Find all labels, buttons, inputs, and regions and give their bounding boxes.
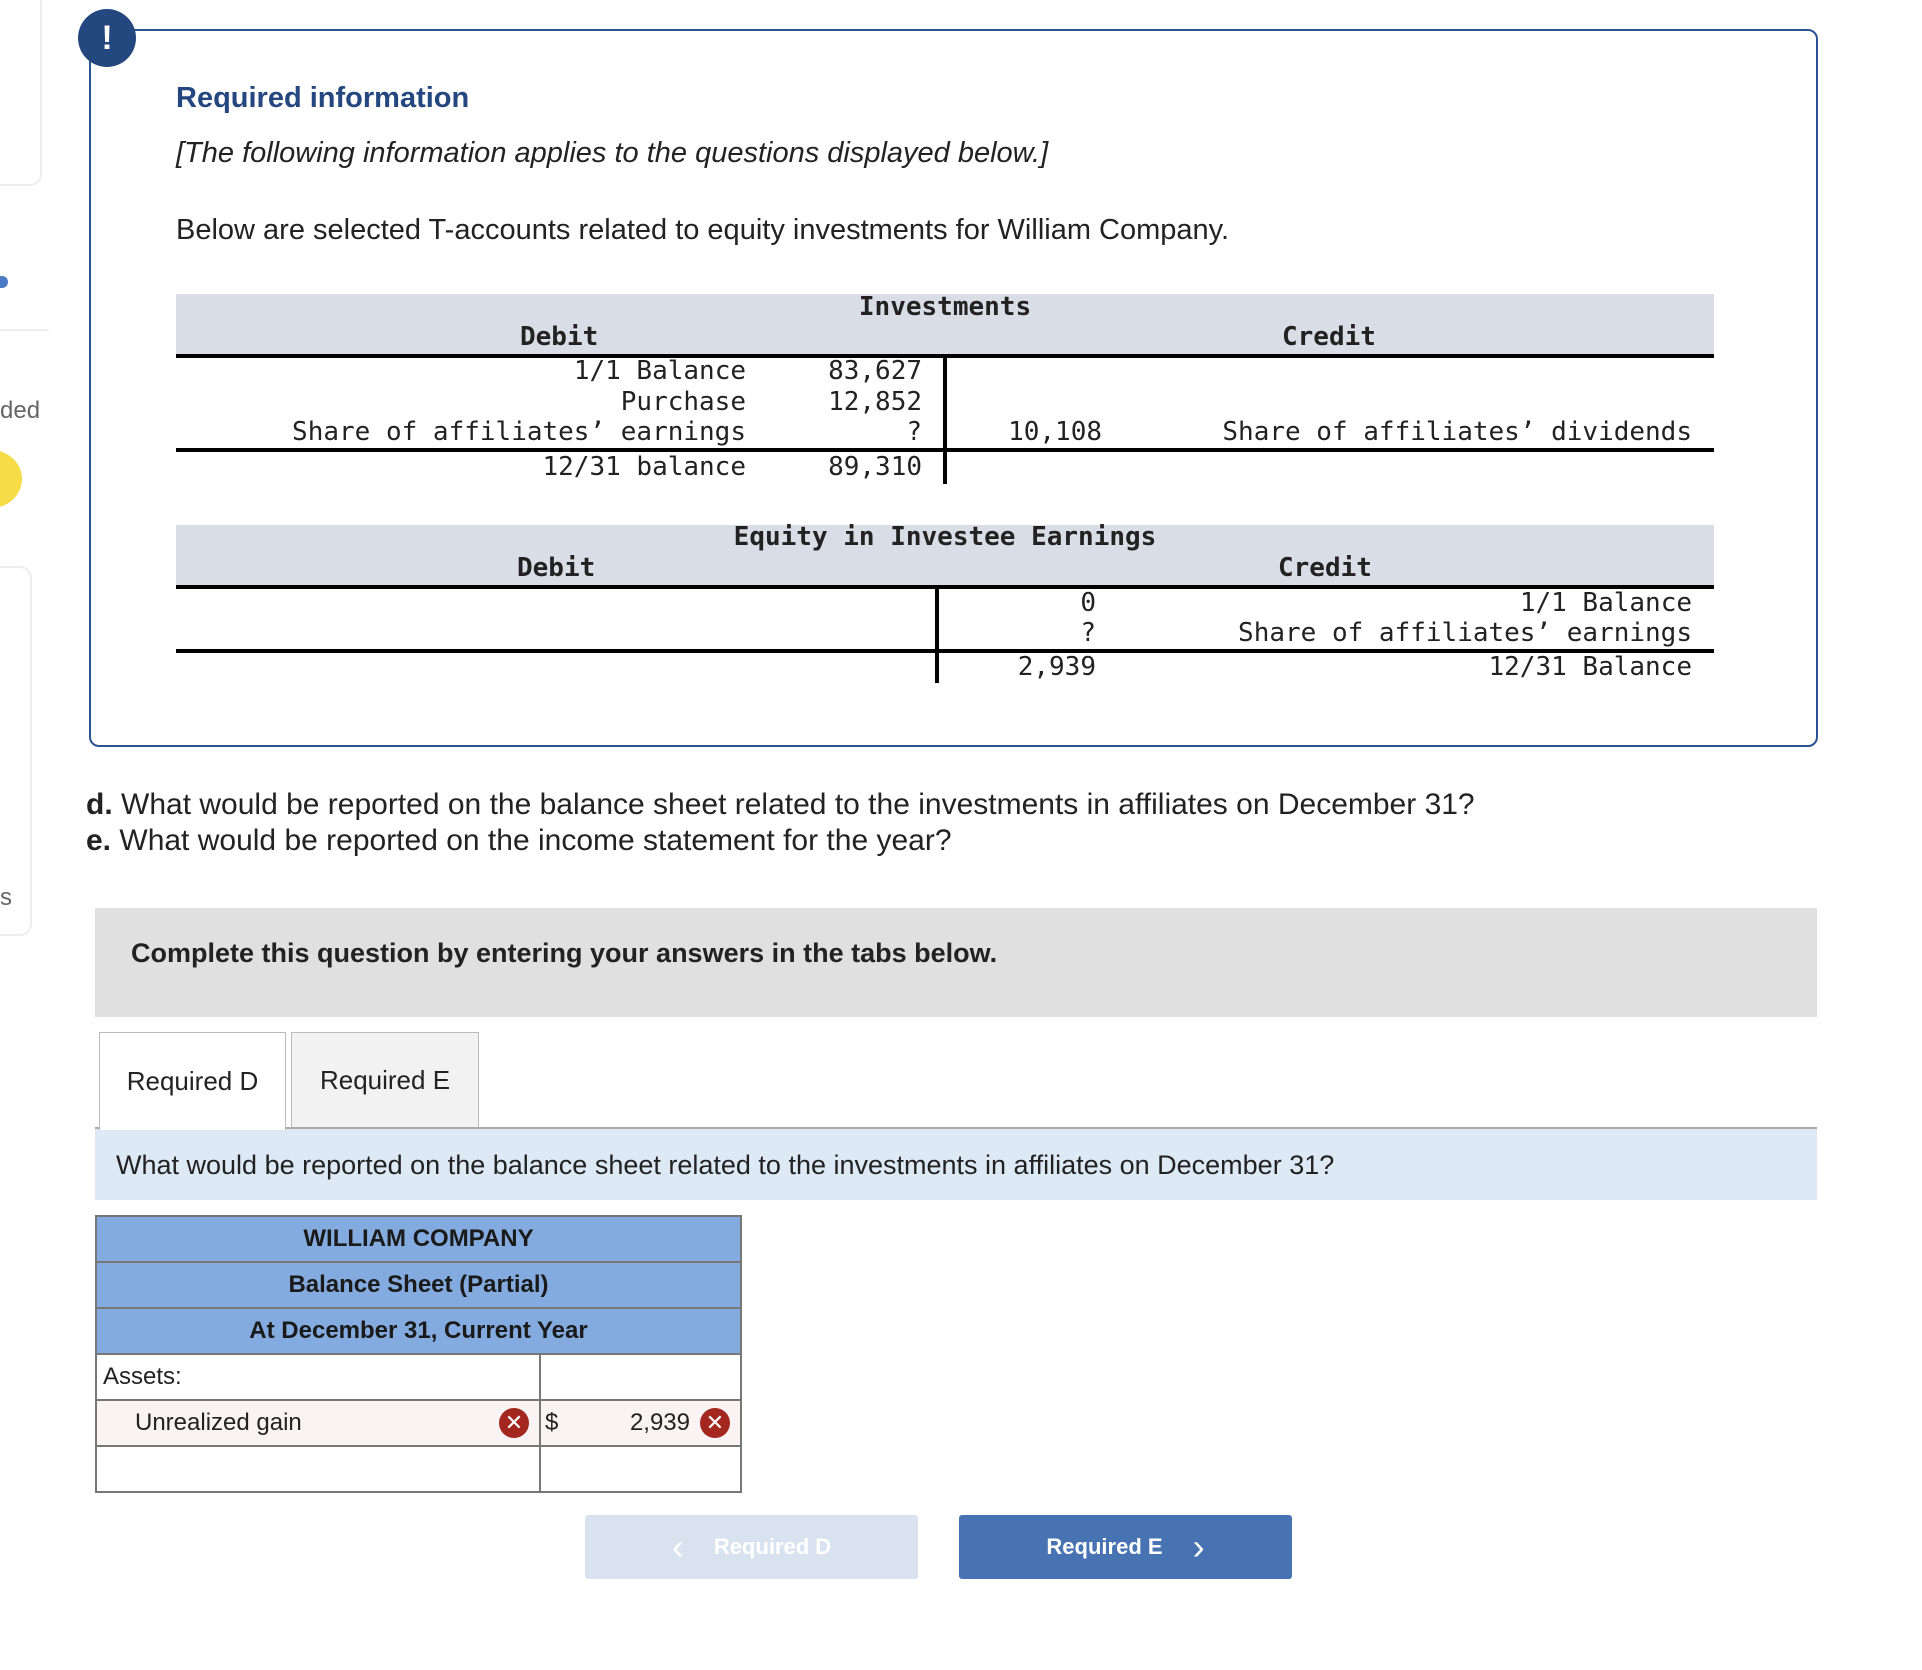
section-label: Assets: <box>95 1353 541 1401</box>
credit-row-value: 10,108 <box>1008 417 1102 447</box>
empty-cell[interactable] <box>95 1445 541 1493</box>
chevron-right-icon: › <box>1192 1526 1205 1567</box>
sidebar-progress-dot <box>0 276 8 288</box>
credit-row-label: 1/1 Balance <box>1519 588 1692 618</box>
investments-title: Investments <box>858 292 1032 322</box>
amount-value[interactable]: 2,939 <box>630 1409 690 1437</box>
exclamation-icon: ! <box>78 9 136 67</box>
t-account-vertical <box>943 356 947 484</box>
sidebar-yellow-indicator[interactable] <box>0 450 22 508</box>
panel-subtitle: [The following information applies to th… <box>176 137 1049 169</box>
equity-credit-label: Credit <box>1278 553 1372 583</box>
question-e: e. What would be reported on the income … <box>86 824 952 858</box>
question-letter: d. <box>86 788 113 821</box>
debit-row-value: ? <box>906 417 922 447</box>
credit-row-value: 0 <box>1080 588 1096 618</box>
sidebar-card <box>0 0 42 186</box>
statement-date: At December 31, Current Year <box>95 1307 742 1355</box>
balance-sheet-table: WILLIAM COMPANY Balance Sheet (Partial) … <box>95 1215 742 1493</box>
question-d: d. What would be reported on the balance… <box>86 788 1475 822</box>
next-label: Required E <box>1046 1534 1163 1559</box>
instruction-text: Complete this question by entering your … <box>131 938 998 968</box>
debit-row-label: Share of affiliates’ earnings <box>292 417 746 447</box>
tab-required-d[interactable]: Required D <box>99 1032 286 1130</box>
sidebar-text: s <box>0 884 12 911</box>
credit-row-value: ? <box>1080 618 1096 648</box>
ending-label: 12/31 Balance <box>1488 652 1693 682</box>
currency-symbol: $ <box>545 1409 559 1436</box>
investments-credit-label: Credit <box>1282 322 1376 352</box>
ending-value: 2,939 <box>1017 652 1096 682</box>
account-input[interactable]: Unrealized gain ✕ <box>95 1399 541 1447</box>
credit-row-label: Share of affiliates’ dividends <box>1222 417 1692 447</box>
x-circle-icon: ✕ <box>499 1408 529 1438</box>
sidebar-card <box>0 566 32 936</box>
account-name[interactable]: Unrealized gain <box>135 1409 302 1436</box>
sidebar-divider <box>0 329 49 331</box>
question-prompt: What would be reported on the balance sh… <box>116 1150 1335 1180</box>
chevron-left-icon: ‹ <box>671 1526 684 1567</box>
question-letter: e. <box>86 824 112 857</box>
prev-button: ‹ Required D <box>585 1515 918 1579</box>
ending-value: 89,310 <box>828 452 922 482</box>
panel-intro: Below are selected T-accounts related to… <box>176 214 1230 246</box>
amount-input[interactable]: $2,939 ✕ <box>539 1399 742 1447</box>
debit-row-value: 12,852 <box>828 387 922 417</box>
empty-cell[interactable] <box>539 1353 742 1401</box>
credit-row-label: Share of affiliates’ earnings <box>1238 618 1692 648</box>
t-account-vertical <box>935 587 939 683</box>
panel-title: Required information <box>176 82 470 114</box>
next-button[interactable]: Required E › <box>959 1515 1292 1579</box>
empty-cell[interactable] <box>539 1445 742 1493</box>
question-text: What would be reported on the balance sh… <box>121 788 1475 821</box>
debit-row-label: 1/1 Balance <box>573 356 746 386</box>
tab-required-e[interactable]: Required E <box>291 1032 479 1128</box>
question-text: What would be reported on the income sta… <box>119 824 952 857</box>
x-circle-icon: ✕ <box>700 1408 730 1438</box>
company-name: WILLIAM COMPANY <box>95 1215 742 1263</box>
equity-title: Equity in Investee Earnings <box>733 522 1157 552</box>
debit-row-label: Purchase <box>620 387 746 417</box>
divider <box>176 585 1714 589</box>
investments-debit-label: Debit <box>520 322 599 352</box>
sidebar-text: ded <box>0 397 41 424</box>
equity-debit-label: Debit <box>517 553 596 583</box>
ending-label: 12/31 balance <box>542 452 747 482</box>
statement-title: Balance Sheet (Partial) <box>95 1261 742 1309</box>
prev-label: Required D <box>713 1534 832 1559</box>
divider <box>176 649 1714 653</box>
debit-row-value: 83,627 <box>828 356 922 386</box>
